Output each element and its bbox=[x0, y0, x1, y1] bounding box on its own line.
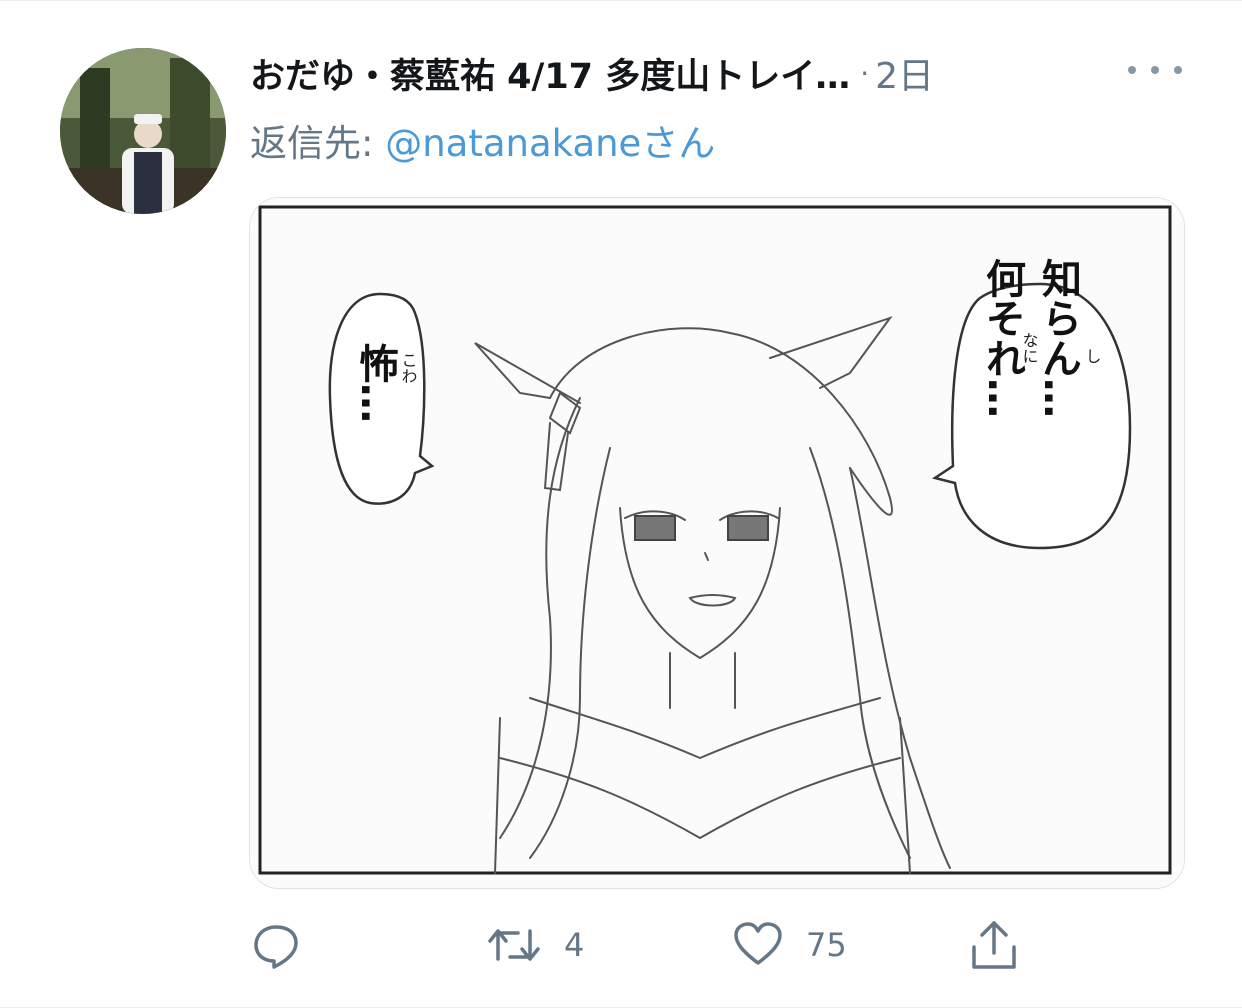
tweet-header: おだゆ・蔡藍祐 4/17 多度山トレイ… · 2日 bbox=[250, 45, 1210, 101]
display-name[interactable]: おだゆ・蔡藍祐 4/17 多度山トレイ… bbox=[250, 48, 850, 99]
reply-prefix: 返信先: bbox=[250, 122, 386, 165]
separator-dot: · bbox=[860, 56, 870, 90]
manga-panel-icon: 怖… こわ 知らん… し 何それ… なに bbox=[250, 198, 1184, 888]
like-count: 75 bbox=[806, 926, 847, 964]
reply-to-line: 返信先: @natanakaneさん bbox=[250, 113, 715, 167]
retweet-count: 4 bbox=[564, 926, 585, 964]
bubble-right-line1: 知らん… bbox=[1035, 258, 1082, 418]
reply-icon bbox=[254, 925, 298, 969]
more-dots-icon[interactable] bbox=[1128, 53, 1182, 87]
speech-bubble-right bbox=[931, 282, 1132, 550]
retweet-icon bbox=[488, 929, 540, 961]
reply-button[interactable] bbox=[250, 913, 302, 977]
like-button[interactable]: 75 bbox=[732, 913, 847, 977]
bubble-right-line1-ruby: し bbox=[1083, 348, 1102, 364]
timestamp[interactable]: 2日 bbox=[875, 47, 934, 99]
reply-handle-link[interactable]: @natanakane bbox=[385, 122, 641, 165]
share-icon bbox=[972, 921, 1016, 969]
avatar[interactable] bbox=[60, 48, 226, 214]
tweet-card[interactable]: おだゆ・蔡藍祐 4/17 多度山トレイ… · 2日 返信先: @natanaka… bbox=[0, 0, 1242, 1008]
profile-photo-icon bbox=[60, 48, 226, 214]
bubble-left-ruby: こわ bbox=[399, 352, 418, 384]
retweet-button[interactable]: 4 bbox=[486, 913, 584, 977]
bubble-right-line2-ruby: なに bbox=[1020, 332, 1039, 364]
tweet-media-image[interactable]: 怖… こわ 知らん… し 何それ… なに bbox=[249, 197, 1185, 889]
share-button[interactable] bbox=[968, 913, 1020, 977]
heart-icon bbox=[734, 922, 782, 965]
tweet-actions: 4 75 bbox=[250, 913, 1050, 977]
bubble-left-text: 怖… bbox=[352, 343, 399, 423]
reply-suffix: さん bbox=[641, 122, 716, 165]
